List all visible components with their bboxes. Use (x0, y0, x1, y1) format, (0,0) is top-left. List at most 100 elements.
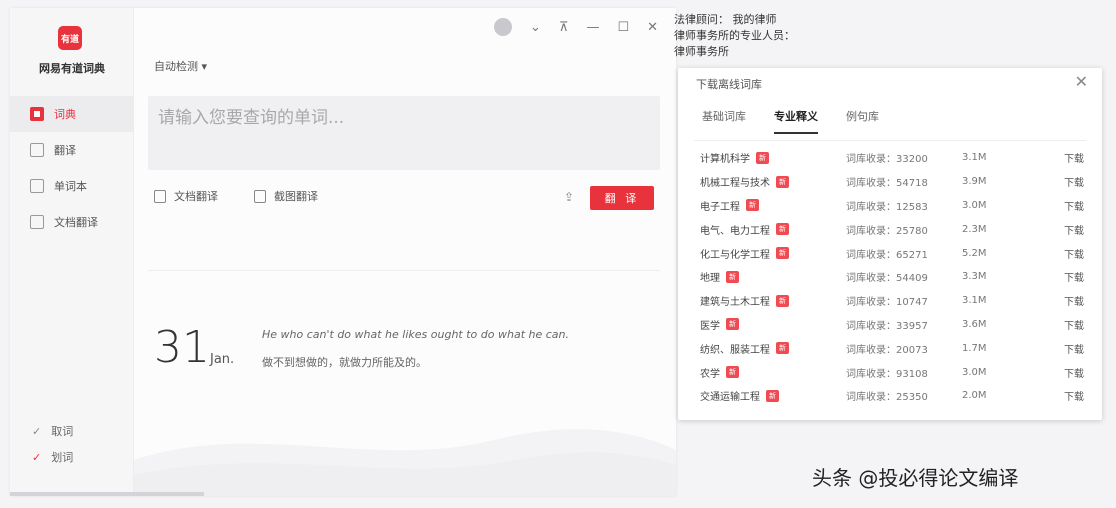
screenshot-translate-button[interactable]: 截图翻译 (254, 188, 318, 204)
tool-label: 截图翻译 (274, 190, 318, 203)
list-item: 医学新词库收录：33957 3.6M 下载 (700, 313, 1084, 337)
daily-date-month: Jan. (210, 352, 235, 367)
file-size: 2.0M (962, 390, 987, 402)
download-button[interactable]: 下载 (1056, 150, 1084, 165)
sidebar-item-dictionary[interactable]: 词典 (10, 96, 134, 132)
download-button[interactable]: 下载 (1056, 317, 1084, 332)
tab-examples[interactable]: 例句库 (846, 108, 879, 134)
download-button[interactable]: 下载 (1056, 269, 1084, 284)
dictionary-name-label: 农学 (700, 368, 720, 380)
sidebar-item-wordbook[interactable]: 单词本 (10, 168, 134, 204)
download-button[interactable]: 下载 (1056, 388, 1084, 403)
window-controls: ⌄ ⊼ — ☐ ✕ (494, 18, 658, 36)
dictionary-name: 电气、电力工程新 (700, 222, 846, 237)
background-line: 律师事务所的专业人员： (674, 29, 795, 42)
dictionary-name-label: 交通运输工程 (700, 392, 760, 404)
tab-professional[interactable]: 专业释义 (774, 108, 818, 134)
dictionary-list: 计算机科学新词库收录：33200 3.1M 下载 机械工程与技术新词库收录：54718… (700, 146, 1084, 408)
dictionary-name-label: 建筑与土木工程 (700, 297, 770, 309)
sidebar-item-label: 词典 (54, 108, 76, 121)
download-button[interactable]: 下载 (1056, 222, 1084, 237)
checkmark-icon: ✓ (32, 450, 42, 464)
list-item: 电气、电力工程新词库收录：25780 2.3M 下载 (700, 217, 1084, 241)
watermark: 头条 @投必得论文编译 (812, 466, 1019, 490)
list-item: 机械工程与技术新词库收录：54718 3.9M 下载 (700, 170, 1084, 194)
scrollbar[interactable] (10, 492, 204, 496)
sidebar-item-translate[interactable]: 翻译 (10, 132, 134, 168)
dictionary-name: 纺织、服装工程新 (700, 341, 846, 356)
close-icon[interactable]: ✕ (1075, 72, 1088, 91)
dictionary-icon (30, 107, 44, 121)
background-line: 律师事务所 (674, 45, 729, 58)
download-button[interactable]: 下载 (1056, 341, 1084, 356)
dictionary-name-label: 电气、电力工程 (700, 225, 770, 237)
new-badge: 新 (776, 342, 789, 355)
sidebar-options: ✓ 取词 ✓ 划词 (32, 418, 73, 470)
option-quick-lookup[interactable]: ✓ 取词 (32, 418, 73, 444)
file-size: 3.1M (962, 295, 987, 307)
share-icon[interactable]: ⇪ (564, 190, 578, 204)
doc-translate-icon (154, 189, 166, 203)
download-button[interactable]: 下载 (1056, 246, 1084, 261)
screenshot-icon (254, 189, 266, 203)
list-item: 化工与化学工程新词库收录：65271 5.2M 下载 (700, 241, 1084, 265)
new-badge: 新 (776, 223, 789, 236)
offline-dictionary-dialog: 下载离线词库 ✕ 基础词库 专业释义 例句库 计算机科学新词库收录：33200 3… (678, 68, 1102, 420)
entry-count: 词库收录：10747 (846, 297, 928, 309)
download-button[interactable]: 下载 (1056, 293, 1084, 308)
checkmark-icon: ✓ (32, 424, 42, 438)
avatar[interactable] (494, 18, 513, 36)
download-button[interactable]: 下载 (1056, 365, 1084, 380)
list-item: 计算机科学新词库收录：33200 3.1M 下载 (700, 146, 1084, 170)
list-item: 农学新词库收录：93108 3.0M 下载 (700, 360, 1084, 384)
sidebar-item-document-translate[interactable]: 文档翻译 (10, 204, 134, 240)
list-item: 纺织、服装工程新词库收录：20073 1.7M 下载 (700, 336, 1084, 360)
background-document-text: 法律顾问： 我的律师 律师事务所的专业人员： 律师事务所 (674, 12, 834, 60)
dictionary-name-label: 机械工程与技术 (700, 178, 770, 190)
pin-icon[interactable]: ⊼ (559, 20, 569, 35)
translate-button[interactable]: 翻 译 (590, 186, 654, 210)
new-badge: 新 (726, 366, 739, 379)
sidebar-item-label: 文档翻译 (54, 216, 98, 229)
search-input[interactable] (148, 96, 660, 140)
entry-count: 词库收录：25350 (846, 392, 928, 404)
minimize-icon[interactable]: — (586, 20, 599, 35)
screen: 有道 网易有道词典 词典 翻译 单词本 文档翻译 ✓ 取词 ✓ 划词 ⌄ ⊼ —… (0, 0, 1116, 508)
dictionary-name-label: 纺织、服装工程 (700, 344, 770, 356)
sidebar-item-label: 翻译 (54, 144, 76, 157)
new-badge: 新 (726, 318, 739, 331)
dictionary-name-label: 医学 (700, 320, 720, 332)
entry-count: 词库收录：33200 (846, 154, 928, 166)
new-badge: 新 (766, 389, 779, 402)
dictionary-name-label: 地理 (700, 273, 720, 285)
background-line: 法律顾问： 我的律师 (674, 13, 777, 26)
dictionary-name-label: 化工与化学工程 (700, 249, 770, 261)
dialog-title: 下载离线词库 (696, 78, 762, 91)
maximize-icon[interactable]: ☐ (617, 20, 629, 35)
dictionary-app-window: 有道 网易有道词典 词典 翻译 单词本 文档翻译 ✓ 取词 ✓ 划词 ⌄ ⊼ —… (10, 8, 676, 496)
dictionary-name: 机械工程与技术新 (700, 174, 846, 189)
entry-count: 词库收录：65271 (846, 249, 928, 261)
dictionary-name: 建筑与土木工程新 (700, 293, 846, 308)
download-button[interactable]: 下载 (1056, 174, 1084, 189)
divider (148, 270, 660, 271)
list-item: 电子工程新词库收录：12583 3.0M 下载 (700, 194, 1084, 218)
dictionary-name: 交通运输工程新 (700, 388, 846, 403)
wordbook-icon (30, 179, 44, 193)
file-size: 5.2M (962, 247, 987, 259)
close-icon[interactable]: ✕ (647, 20, 658, 35)
tab-basic[interactable]: 基础词库 (702, 108, 746, 134)
doc-translate-button[interactable]: 文档翻译 (154, 188, 218, 204)
new-badge: 新 (756, 151, 769, 164)
language-select[interactable]: 自动检测 ▾ (154, 58, 207, 74)
download-button[interactable]: 下载 (1056, 198, 1084, 213)
entry-count: 词库收录：12583 (846, 201, 928, 213)
entry-count: 词库收录：20073 (846, 344, 928, 356)
chevron-down-icon[interactable]: ⌄ (530, 20, 541, 35)
new-badge: 新 (726, 270, 739, 283)
option-select-lookup[interactable]: ✓ 划词 (32, 444, 73, 470)
new-badge: 新 (776, 175, 789, 188)
sidebar-nav: 词典 翻译 单词本 文档翻译 (10, 96, 134, 240)
app-name: 网易有道词典 (39, 62, 105, 75)
sidebar: 有道 网易有道词典 词典 翻译 单词本 文档翻译 ✓ 取词 ✓ 划词 (10, 8, 134, 496)
